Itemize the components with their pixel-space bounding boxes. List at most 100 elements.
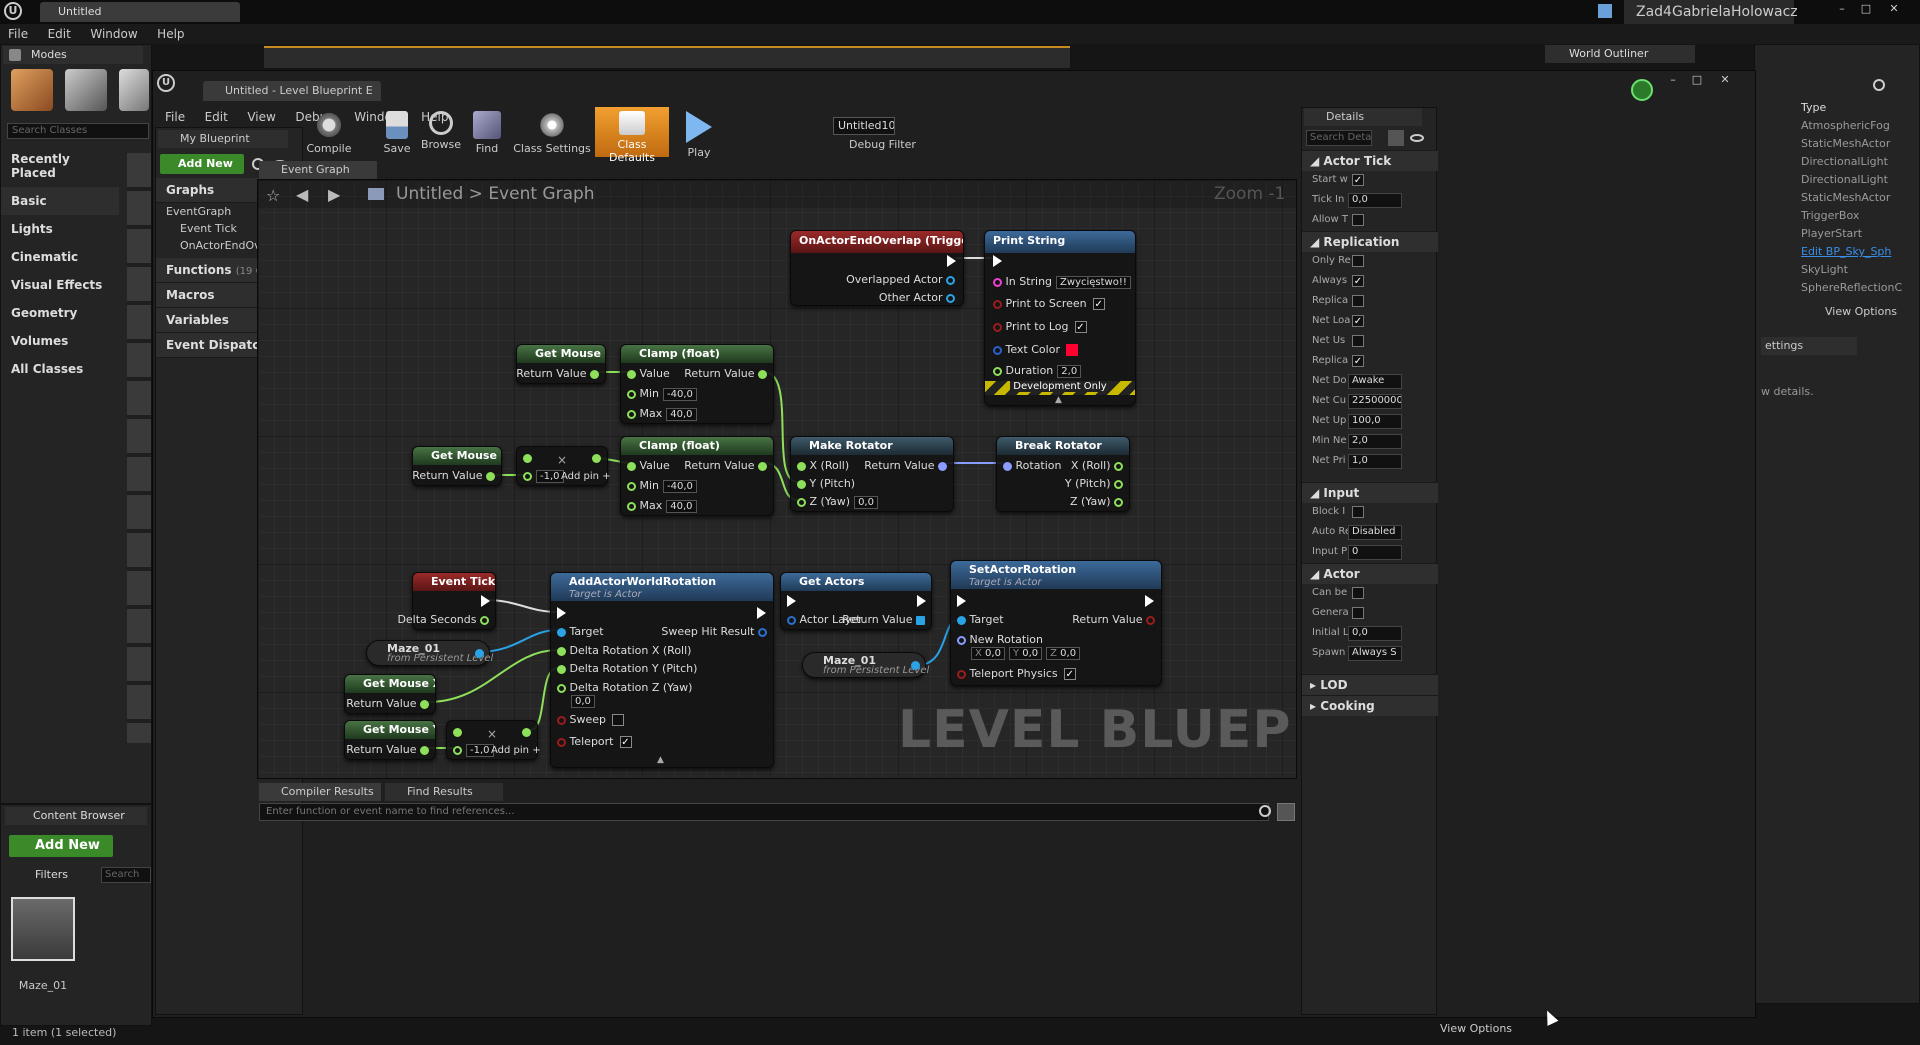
menu-file[interactable]: File — [0, 24, 36, 44]
pin-new-rotation[interactable]: New Rotation X 0,0 Y 0,0 Z 0,0 — [957, 633, 1081, 660]
pin-x-roll[interactable]: X (Roll) — [797, 459, 849, 472]
spawn-collision-select[interactable]: Always S — [1348, 646, 1402, 661]
menu-window[interactable]: Window — [82, 24, 145, 44]
delta-z-input[interactable]: 0,0 — [571, 694, 595, 708]
node-on-actor-end-overlap[interactable]: OnActorEndOverlap (TriggerBox) Overlappe… — [790, 230, 964, 306]
replicates-checkbox[interactable]: ✓ — [1352, 355, 1364, 367]
pin-other-actor[interactable]: Other Actor — [879, 291, 955, 304]
pin-print-to-screen[interactable]: Print to Screen ✓ — [993, 297, 1105, 310]
node-maze-ref-1[interactable]: Maze_01 from Persistent Level — [366, 640, 493, 666]
maximize-button[interactable]: □ — [1856, 2, 1876, 18]
pin-target[interactable]: Target — [557, 625, 604, 638]
net-use-owner-checkbox[interactable] — [1352, 335, 1364, 347]
section-actor[interactable]: ◢ Actor — [1302, 563, 1438, 584]
pin-return-value[interactable]: Return Value — [684, 367, 767, 380]
node-clamp-float-2[interactable]: Clamp (float) Value Return Value Min -40,… — [620, 436, 774, 516]
details-tab[interactable]: Details — [1304, 108, 1422, 126]
new-rotation-y-input[interactable]: Y 0,0 — [1008, 646, 1043, 660]
node-get-mouse-y[interactable]: Get Mouse Y Return Value — [412, 446, 502, 486]
node-get-mouse-x[interactable]: Get Mouse X Return Value — [516, 344, 606, 384]
pin-min[interactable]: Min -40,0 — [627, 387, 697, 401]
find-in-all-icon[interactable] — [1277, 803, 1295, 821]
duration-input[interactable]: 2,0 — [1057, 364, 1082, 378]
search-classes-input[interactable]: Search Classes — [7, 123, 149, 139]
pin-delta-rot-x[interactable]: Delta Rotation X (Roll) — [557, 644, 691, 657]
node-add-actor-world-rotation[interactable]: AddActorWorldRotation Target is Actor Tar… — [550, 572, 774, 768]
mode-basic[interactable]: Basic — [1, 187, 119, 215]
auto-receive-select[interactable]: Disabled — [1348, 525, 1402, 540]
text-color-swatch[interactable] — [1065, 344, 1078, 356]
mode-lights[interactable]: Lights — [1, 215, 119, 243]
pin-max[interactable]: Max 40,0 — [627, 407, 697, 421]
add-pin-button[interactable]: Add pin + — [561, 471, 611, 482]
exec-in-pin[interactable] — [787, 595, 796, 607]
node-maze-ref-2[interactable]: Maze_01 from Persistent Level — [802, 652, 929, 678]
pin-delta-rot-y[interactable]: Delta Rotation Y (Pitch) — [557, 662, 697, 675]
mode-paint-icon[interactable] — [65, 69, 107, 111]
pin-value[interactable]: Value — [627, 367, 670, 380]
close-button[interactable]: ✕ — [1882, 2, 1906, 18]
net-cull-input[interactable]: 22500000 — [1348, 394, 1402, 409]
node-get-mouse-y-2[interactable]: Get Mouse Y Return Value — [344, 720, 436, 760]
min-input[interactable]: -40,0 — [663, 479, 697, 493]
exec-out-pin[interactable] — [947, 255, 956, 267]
pin-min[interactable]: Min -40,0 — [627, 479, 697, 493]
compile-button[interactable]: Compile — [305, 109, 353, 155]
pin-sweep-hit-result[interactable]: Sweep Hit Result — [661, 625, 767, 638]
cb-add-new-button[interactable]: Add New — [9, 835, 113, 857]
net-priority-input[interactable]: 1,0 — [1348, 454, 1402, 469]
node-get-mouse-x-2[interactable]: Get Mouse X Return Value — [344, 674, 436, 714]
pin-z-yaw[interactable]: Z (Yaw) 0,0 — [797, 495, 878, 509]
mode-cinematic[interactable]: Cinematic — [1, 243, 119, 271]
details-eye-icon[interactable] — [1410, 134, 1424, 142]
only-relevant-checkbox[interactable] — [1352, 255, 1364, 267]
play-button[interactable]: Play — [675, 109, 723, 159]
menu-help[interactable]: Help — [149, 24, 192, 44]
find-search-icon[interactable] — [1259, 805, 1271, 817]
outliner-type-header[interactable]: Type — [1801, 101, 1911, 117]
details-search-input[interactable]: Search Deta — [1306, 130, 1372, 146]
outliner-row[interactable]: DirectionalLight — [1801, 171, 1917, 189]
teleport-checkbox[interactable]: ✓ — [619, 736, 632, 748]
outliner-row[interactable]: Edit BP_Sky_Sph — [1801, 243, 1917, 261]
pin-out[interactable] — [522, 725, 531, 738]
pin-a[interactable] — [523, 451, 532, 464]
mode-all-classes[interactable]: All Classes — [1, 355, 119, 383]
find-references-input[interactable]: Enter function or event name to find ref… — [259, 803, 1269, 821]
browse-button[interactable]: Browse — [417, 109, 465, 151]
section-actor-tick[interactable]: ◢ Actor Tick — [1302, 150, 1438, 171]
mode-visual-effects[interactable]: Visual Effects — [1, 271, 119, 299]
content-browser-tab[interactable]: Content Browser — [5, 807, 147, 825]
mode-landscape-icon[interactable] — [119, 69, 149, 111]
level-view-options[interactable]: View Options — [1440, 1022, 1512, 1035]
bp-menu-edit[interactable]: Edit — [197, 107, 236, 127]
pin-out[interactable] — [592, 451, 601, 464]
outliner-row[interactable]: StaticMeshActor — [1801, 135, 1917, 153]
exec-in-pin[interactable] — [557, 607, 566, 619]
mode-place-icon[interactable] — [11, 69, 53, 111]
maze-ref-out-pin[interactable] — [911, 661, 920, 670]
in-string-input[interactable]: Zwycięstwo!! — [1056, 275, 1131, 289]
print-to-screen-checkbox[interactable]: ✓ — [1092, 298, 1105, 310]
sweep-checkbox[interactable] — [612, 714, 624, 726]
outliner-row[interactable]: TriggerBox — [1801, 207, 1917, 225]
level-tab[interactable]: Untitled — [40, 2, 240, 22]
my-blueprint-tab[interactable]: My Blueprint — [158, 130, 288, 148]
input-priority-input[interactable]: 0 — [1348, 545, 1402, 560]
modes-tab[interactable]: Modes — [3, 46, 143, 64]
node-multiply-1[interactable]: × -1,0 Add pin + — [516, 446, 611, 486]
world-settings-tab[interactable]: ettings — [1761, 337, 1857, 355]
class-settings-button[interactable]: Class Settings — [511, 109, 593, 155]
feedback-icon[interactable] — [1598, 4, 1612, 18]
menu-edit[interactable]: Edit — [40, 24, 79, 44]
pin-rotation[interactable]: Rotation — [1003, 459, 1062, 472]
pin-target[interactable]: Target — [957, 613, 1004, 626]
bp-add-new-button[interactable]: Add New — [160, 154, 244, 174]
exec-out-pin[interactable] — [757, 607, 766, 619]
pin-a[interactable] — [453, 725, 462, 738]
always-relevant-checkbox[interactable]: ✓ — [1352, 275, 1364, 287]
bp-menu-view[interactable]: View — [239, 107, 283, 127]
outliner-row[interactable]: PlayerStart — [1801, 225, 1917, 243]
pin-y-pitch[interactable]: Y (Pitch) — [1065, 477, 1123, 490]
outliner-row[interactable]: AtmosphericFog — [1801, 117, 1917, 135]
